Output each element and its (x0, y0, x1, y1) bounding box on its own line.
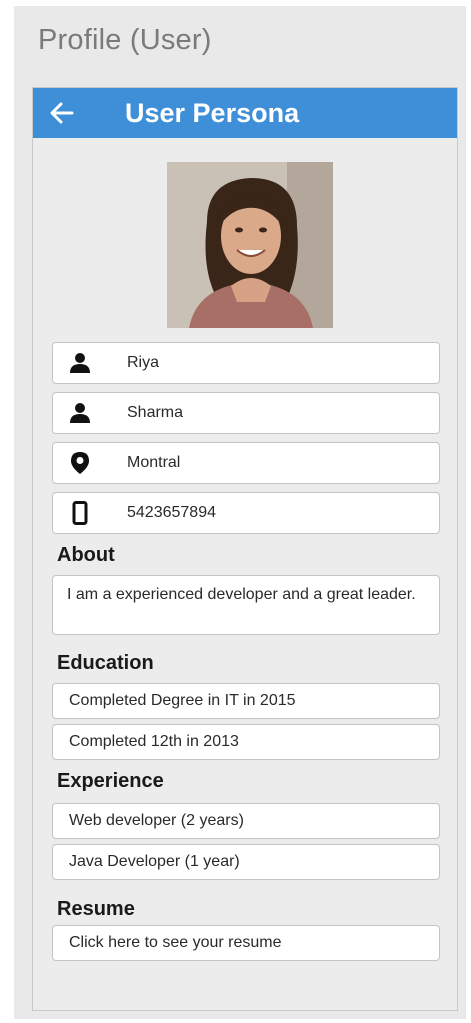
education-item-text: Completed Degree in IT in 2015 (69, 692, 296, 709)
resume-link-text: Click here to see your resume (69, 934, 282, 951)
resume-heading: Resume (57, 898, 135, 920)
user-persona-card: User Persona Riya Sharma Montral 5423657… (32, 87, 458, 1011)
about-heading: About (57, 544, 115, 566)
education-item[interactable]: Completed 12th in 2013 (52, 724, 440, 760)
window-title: Profile (User) (38, 24, 212, 56)
mobile-phone-icon (72, 501, 88, 525)
phone-field[interactable]: 5423657894 (52, 492, 440, 534)
user-photo (167, 162, 333, 328)
page-title: User Persona (125, 97, 300, 128)
window: Profile (User) User Persona Riya Sharma … (14, 6, 466, 1019)
person-icon (70, 353, 90, 373)
experience-item[interactable]: Web developer (2 years) (52, 803, 440, 839)
last-name-value: Sharma (127, 404, 184, 421)
about-text: I am a experienced developer and a great… (67, 586, 416, 603)
arrow-left-icon (50, 102, 74, 124)
location-value: Montral (127, 454, 181, 471)
education-heading: Education (57, 652, 154, 674)
app-bar: User Persona (33, 88, 457, 138)
resume-link[interactable]: Click here to see your resume (52, 925, 440, 961)
about-field[interactable]: I am a experienced developer and a great… (52, 575, 440, 635)
experience-heading: Experience (57, 770, 164, 792)
experience-item-text: Java Developer (1 year) (69, 853, 240, 870)
location-field[interactable]: Montral (52, 442, 440, 484)
education-item-text: Completed 12th in 2013 (69, 733, 239, 750)
profile-photo-illustration (167, 162, 333, 328)
location-pin-icon (71, 452, 89, 474)
last-name-field[interactable]: Sharma (52, 392, 440, 434)
education-item[interactable]: Completed Degree in IT in 2015 (52, 683, 440, 719)
first-name-field[interactable]: Riya (52, 342, 440, 384)
back-button[interactable] (33, 88, 91, 138)
phone-value: 5423657894 (127, 504, 216, 521)
experience-item-text: Web developer (2 years) (69, 812, 244, 829)
first-name-value: Riya (127, 354, 160, 371)
person-icon (70, 403, 90, 423)
experience-item[interactable]: Java Developer (1 year) (52, 844, 440, 880)
